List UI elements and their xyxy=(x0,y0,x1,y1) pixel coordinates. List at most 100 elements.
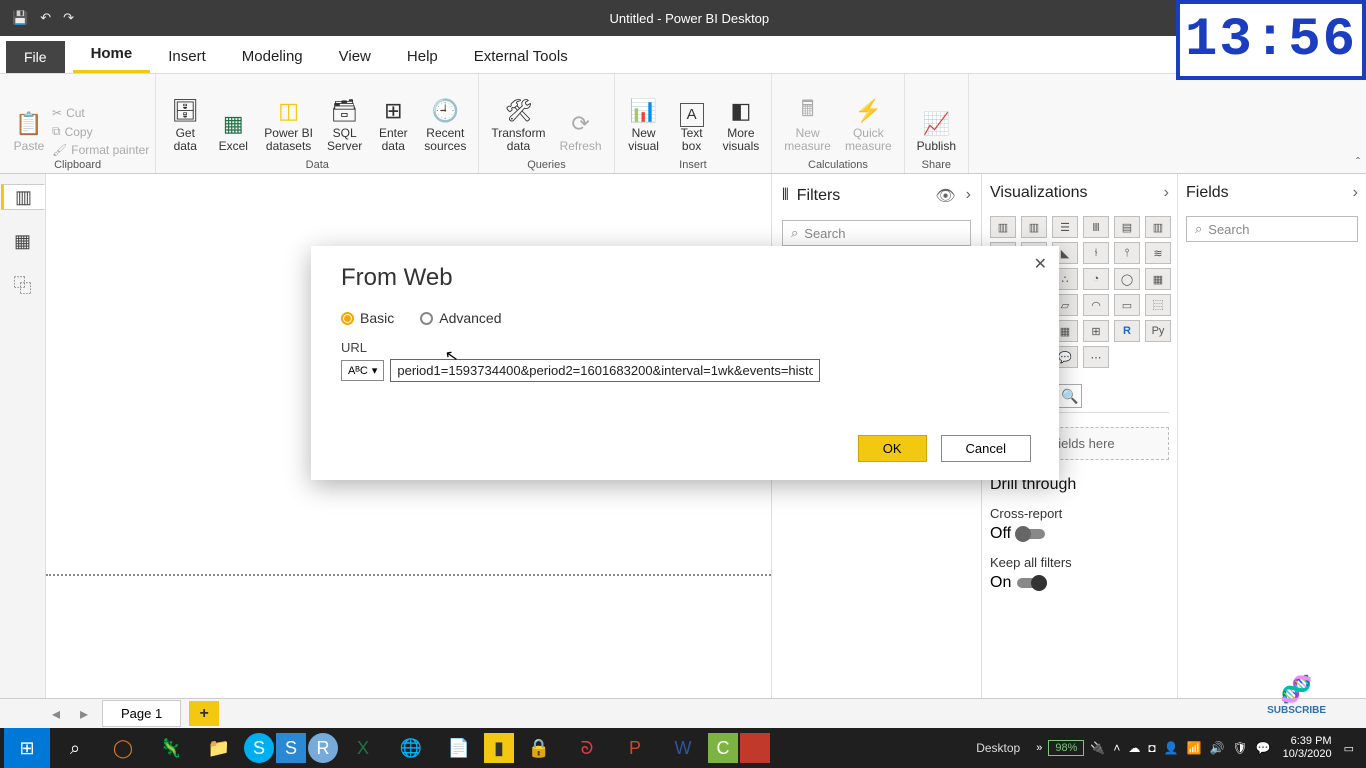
tab-view[interactable]: View xyxy=(321,40,389,73)
powerbi-icon: ◫ xyxy=(273,95,305,127)
text-box-button[interactable]: AText box xyxy=(669,99,715,157)
cross-report-toggle[interactable]: Off xyxy=(990,525,1169,543)
file-menu[interactable]: File xyxy=(6,41,65,73)
more-visuals-button[interactable]: ◧More visuals xyxy=(717,91,766,157)
viz-card[interactable]: ▭ xyxy=(1114,294,1140,316)
search-button[interactable]: ⌕ xyxy=(52,728,98,768)
page-tab-1[interactable]: Page 1 xyxy=(102,700,181,727)
skype-icon[interactable]: S xyxy=(244,733,274,763)
viz-multi-card[interactable]: ⿳ xyxy=(1145,294,1171,316)
redo-icon[interactable]: ↷ xyxy=(63,10,74,26)
viz-100-column[interactable]: ▥ xyxy=(1145,216,1171,238)
get-data-button[interactable]: 🗄Get data xyxy=(162,91,208,157)
start-button[interactable]: ⊞ xyxy=(4,728,50,768)
sql-server-button[interactable]: 🗃SQL Server xyxy=(321,91,368,157)
viz-stacked-column[interactable]: ▥ xyxy=(1021,216,1047,238)
app-icon[interactable]: 📄 xyxy=(436,728,482,768)
tab-home[interactable]: Home xyxy=(73,37,151,73)
undo-icon[interactable]: ↶ xyxy=(40,10,51,26)
camtasia-icon[interactable]: C xyxy=(708,733,738,763)
publish-button[interactable]: 📈Publish xyxy=(911,104,962,157)
word-icon[interactable]: W xyxy=(660,728,706,768)
battery-indicator[interactable]: 98% xyxy=(1048,740,1084,756)
rstudio-icon[interactable]: R xyxy=(308,733,338,763)
onedrive-icon[interactable]: ☁ xyxy=(1128,741,1140,755)
snagit-icon[interactable]: S xyxy=(276,733,306,763)
recent-sources-button[interactable]: 🕘Recent sources xyxy=(418,91,472,157)
advanced-radio[interactable]: Advanced xyxy=(420,310,501,326)
viz-line-column2[interactable]: ⫯ xyxy=(1114,242,1140,264)
dialog-title: From Web xyxy=(341,264,1029,292)
app-icon[interactable]: 🔒 xyxy=(516,728,562,768)
tab-insert[interactable]: Insert xyxy=(150,40,224,73)
viz-gauge[interactable]: ◠ xyxy=(1083,294,1109,316)
clock-tray[interactable]: 6:39 PM 10/3/2020 xyxy=(1277,735,1338,761)
app-icon[interactable]: 🦎 xyxy=(148,728,194,768)
filter-search[interactable]: ⌕ Search xyxy=(782,220,971,246)
url-type-dropdown[interactable]: AᴮC▾ xyxy=(341,360,384,381)
transform-data-button[interactable]: 🛠Transform data xyxy=(485,91,551,157)
viz-treemap[interactable]: ▦ xyxy=(1145,268,1171,290)
viz-py[interactable]: Py xyxy=(1145,320,1171,342)
chrome-icon[interactable]: 🌐 xyxy=(388,728,434,768)
analytics-tab-icon[interactable]: 🔍 xyxy=(1058,384,1082,408)
viz-clustered-bar[interactable]: ☰ xyxy=(1052,216,1078,238)
prev-page-button[interactable]: ◂ xyxy=(46,704,66,724)
powerbi-app-icon[interactable]: ▮ xyxy=(484,733,514,763)
viz-r[interactable]: R xyxy=(1114,320,1140,342)
data-view-button[interactable]: ▦ xyxy=(8,228,38,254)
tab-help[interactable]: Help xyxy=(389,40,456,73)
collapse-icon[interactable]: › xyxy=(1353,184,1358,202)
basic-radio[interactable]: Basic xyxy=(341,310,394,326)
model-view-button[interactable]: ⿻ xyxy=(8,272,38,298)
powerpoint-icon[interactable]: P xyxy=(612,728,658,768)
save-icon[interactable]: 💾 xyxy=(12,10,28,26)
viz-stacked-bar[interactable]: ▥ xyxy=(990,216,1016,238)
viz-clustered-column[interactable]: Ⅲ xyxy=(1083,216,1109,238)
fields-search[interactable]: ⌕ Search xyxy=(1186,216,1358,242)
app-icon[interactable] xyxy=(740,733,770,763)
next-page-button[interactable]: ▸ xyxy=(74,704,94,724)
file-explorer-icon[interactable]: 📁 xyxy=(196,728,242,768)
volume-icon[interactable]: 🔊 xyxy=(1210,741,1225,755)
tab-external[interactable]: External Tools xyxy=(456,40,586,73)
dna-icon: 🧬 xyxy=(1267,674,1326,705)
report-view-button[interactable]: ▥ xyxy=(1,184,45,210)
close-button[interactable]: ✕ xyxy=(1034,254,1047,274)
viz-matrix[interactable]: ⊞ xyxy=(1083,320,1109,342)
cross-report-label: Cross-report xyxy=(990,506,1169,521)
desktop-toolbar[interactable]: Desktop xyxy=(966,741,1030,755)
power-icon[interactable]: 🔌 xyxy=(1090,741,1105,755)
wifi-icon[interactable]: 📶 xyxy=(1187,741,1202,755)
pbi-datasets-button[interactable]: ◫Power BI datasets xyxy=(258,91,319,157)
notification-icon[interactable]: ▭ xyxy=(1344,742,1354,755)
people-icon[interactable]: 👤 xyxy=(1164,741,1179,755)
app-icon[interactable]: ◯ xyxy=(100,728,146,768)
viz-100-bar[interactable]: ▤ xyxy=(1114,216,1140,238)
ok-button[interactable]: OK xyxy=(858,435,927,462)
collapse-icon[interactable]: › xyxy=(966,186,971,206)
view-rail: ▥ ▦ ⿻ xyxy=(0,174,46,698)
excel-button[interactable]: ▦Excel xyxy=(210,104,256,157)
new-visual-button[interactable]: 📊New visual xyxy=(621,91,667,157)
viz-line-column[interactable]: ⫮ xyxy=(1083,242,1109,264)
viz-pie[interactable]: ◔ xyxy=(1083,268,1109,290)
app-icon[interactable]: ᘐ xyxy=(564,728,610,768)
chevron-icon[interactable]: » xyxy=(1036,742,1042,754)
cancel-button[interactable]: Cancel xyxy=(941,435,1031,462)
viz-more[interactable]: ⋯ xyxy=(1083,346,1109,368)
tab-modeling[interactable]: Modeling xyxy=(224,40,321,73)
collapse-ribbon-icon[interactable]: ˆ xyxy=(1356,155,1360,169)
collapse-icon[interactable]: › xyxy=(1164,184,1169,202)
keep-filters-toggle[interactable]: On xyxy=(990,574,1169,592)
add-page-button[interactable]: + xyxy=(189,701,219,726)
viz-donut[interactable]: ◯ xyxy=(1114,268,1140,290)
excel-app-icon[interactable]: X xyxy=(340,728,386,768)
security-icon[interactable]: 🛡 xyxy=(1232,741,1247,755)
tray-up-icon[interactable]: ˄ xyxy=(1113,741,1120,755)
action-center-icon[interactable]: 💬 xyxy=(1256,741,1271,755)
viz-ribbon[interactable]: ≋ xyxy=(1145,242,1171,264)
eye-icon[interactable]: 👁 xyxy=(935,186,955,206)
tray-icon[interactable]: ◘ xyxy=(1148,741,1155,755)
enter-data-button[interactable]: ⊞Enter data xyxy=(370,91,416,157)
